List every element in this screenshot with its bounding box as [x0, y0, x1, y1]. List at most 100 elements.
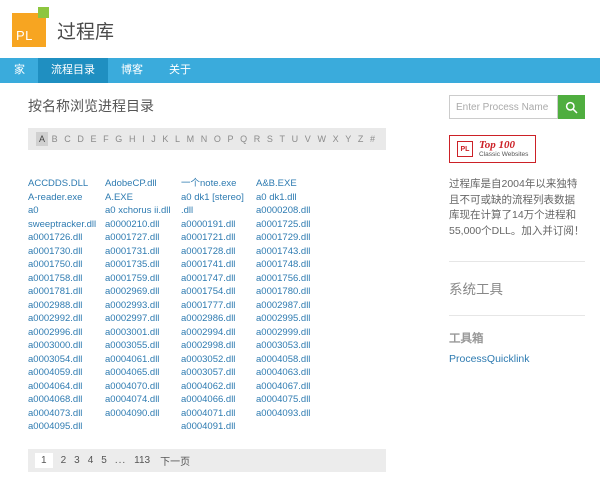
process-link[interactable]: a0004070.dll — [105, 380, 177, 394]
process-link[interactable]: a0001729.dll — [256, 231, 382, 245]
process-link[interactable]: a0004066.dll — [181, 393, 252, 407]
process-link[interactable]: a0004064.dll — [28, 380, 101, 394]
process-link[interactable]: a0003055.dll — [105, 339, 177, 353]
letter-I[interactable]: I — [139, 132, 148, 146]
process-link[interactable]: a0004058.dll — [256, 353, 382, 367]
process-link[interactable]: a0001721.dll — [181, 231, 252, 245]
pagination-page-3[interactable]: 3 — [74, 455, 80, 466]
nav-item-about[interactable]: 关于 — [156, 58, 204, 83]
process-link[interactable]: AdobeCP.dll — [105, 177, 177, 191]
process-link[interactable]: a0001758.dll — [28, 272, 101, 286]
process-link[interactable]: a0004071.dll — [181, 407, 252, 421]
process-link[interactable]: a0004074.dll — [105, 393, 177, 407]
process-link[interactable]: a0004062.dll — [181, 380, 252, 394]
process-link[interactable]: a0001780.dll — [256, 285, 382, 299]
letter-F[interactable]: F — [100, 132, 112, 146]
top100-badge[interactable]: PL Top 100 Classic Websites — [449, 135, 537, 163]
letter-Z[interactable]: Z — [355, 132, 367, 146]
process-link[interactable]: a0002998.dll — [181, 339, 252, 353]
letter-Y[interactable]: Y — [342, 132, 354, 146]
site-logo[interactable]: PL — [12, 7, 49, 47]
letter-E[interactable]: E — [88, 132, 100, 146]
pagination-next[interactable]: 下一页 — [160, 453, 190, 468]
process-link[interactable]: a0004067.dll — [256, 380, 382, 394]
process-link[interactable]: a0004075.dll — [256, 393, 382, 407]
letter-X[interactable]: X — [330, 132, 342, 146]
process-link[interactable]: a0002992.dll — [28, 312, 101, 326]
letter-S[interactable]: S — [264, 132, 276, 146]
nav-item-blog[interactable]: 博客 — [108, 58, 156, 83]
process-link[interactable]: a0001756.dll — [256, 272, 382, 286]
search-button[interactable] — [558, 95, 585, 119]
process-link[interactable]: a0004065.dll — [105, 366, 177, 380]
process-link[interactable]: a0003054.dll — [28, 353, 101, 367]
pagination-page-4[interactable]: 4 — [88, 455, 94, 466]
letter-T[interactable]: T — [277, 132, 289, 146]
process-link[interactable]: a0002987.dll — [256, 299, 382, 313]
process-link[interactable]: a0001730.dll — [28, 245, 101, 259]
pagination-page-1[interactable]: 1 — [35, 452, 53, 468]
letter-A[interactable]: A — [36, 132, 49, 146]
letter-M[interactable]: M — [184, 132, 198, 146]
process-link[interactable]: a0001735.dll — [105, 258, 177, 272]
process-link[interactable]: a0001725.dll — [256, 218, 382, 232]
letter-N[interactable]: N — [198, 132, 211, 146]
process-link[interactable]: a0001777.dll — [181, 299, 252, 313]
letter-V[interactable]: V — [302, 132, 314, 146]
process-link[interactable]: A-reader.exe — [28, 191, 101, 205]
process-link[interactable]: a0002996.dll — [28, 326, 101, 340]
nav-item-directory[interactable]: 流程目录 — [38, 58, 108, 83]
process-link[interactable]: A.EXE — [105, 191, 177, 205]
process-link[interactable]: a0001781.dll — [28, 285, 101, 299]
process-link[interactable]: a0001750.dll — [28, 258, 101, 272]
letter-U[interactable]: U — [289, 132, 302, 146]
process-link[interactable]: a0001728.dll — [181, 245, 252, 259]
process-link[interactable]: ACCDDS.DLL — [28, 177, 101, 191]
process-link[interactable]: a0001727.dll — [105, 231, 177, 245]
process-link[interactable]: a0000191.dll — [181, 218, 252, 232]
process-link[interactable]: a0002986.dll — [181, 312, 252, 326]
process-link[interactable]: a0004095.dll — [28, 420, 101, 434]
process-link[interactable]: a0001759.dll — [105, 272, 177, 286]
process-link[interactable]: a0002999.dll — [256, 326, 382, 340]
letter-H[interactable]: H — [126, 132, 139, 146]
nav-item-home[interactable]: 家 — [1, 58, 38, 83]
letter-P[interactable]: P — [225, 132, 237, 146]
letter-R[interactable]: R — [251, 132, 264, 146]
process-link[interactable]: a0004093.dll — [256, 407, 382, 421]
process-link[interactable]: a0004061.dll — [105, 353, 177, 367]
process-link[interactable]: a0 xchorus ii.dll — [105, 204, 177, 218]
process-link[interactable]: a0003052.dll — [181, 353, 252, 367]
process-link[interactable]: a0002997.dll — [105, 312, 177, 326]
process-link[interactable]: a0004073.dll — [28, 407, 101, 421]
process-link[interactable]: a0004090.dll — [105, 407, 177, 421]
letter-D[interactable]: D — [74, 132, 87, 146]
processquicklink-link[interactable]: ProcessQuicklink — [449, 353, 530, 365]
process-link[interactable]: a0001747.dll — [181, 272, 252, 286]
process-link[interactable]: a0 dk1.dll — [256, 191, 382, 205]
process-link[interactable]: a0003053.dll — [256, 339, 382, 353]
pagination-page-2[interactable]: 2 — [61, 455, 67, 466]
letter-G[interactable]: G — [112, 132, 125, 146]
letter-L[interactable]: L — [172, 132, 183, 146]
letter-#[interactable]: # — [367, 132, 378, 146]
pagination-page-113[interactable]: 113 — [134, 455, 150, 466]
process-link[interactable]: a0 dk1 [stereo] .dll — [181, 191, 252, 218]
letter-Q[interactable]: Q — [237, 132, 250, 146]
process-link[interactable]: a0004068.dll — [28, 393, 101, 407]
process-link[interactable]: a0002993.dll — [105, 299, 177, 313]
process-link[interactable]: a0004063.dll — [256, 366, 382, 380]
letter-O[interactable]: O — [211, 132, 224, 146]
letter-K[interactable]: K — [159, 132, 171, 146]
process-link[interactable]: a0000210.dll — [105, 218, 177, 232]
process-link[interactable]: a0001754.dll — [181, 285, 252, 299]
process-link[interactable]: a0000208.dll — [256, 204, 382, 218]
letter-J[interactable]: J — [148, 132, 159, 146]
process-link[interactable]: A&B.EXE — [256, 177, 382, 191]
process-link[interactable]: a0003000.dll — [28, 339, 101, 353]
pagination-page-5[interactable]: 5 — [101, 455, 107, 466]
process-link[interactable]: a0002994.dll — [181, 326, 252, 340]
process-link[interactable]: a0001743.dll — [256, 245, 382, 259]
search-input[interactable] — [449, 95, 558, 119]
process-link[interactable]: a0002995.dll — [256, 312, 382, 326]
